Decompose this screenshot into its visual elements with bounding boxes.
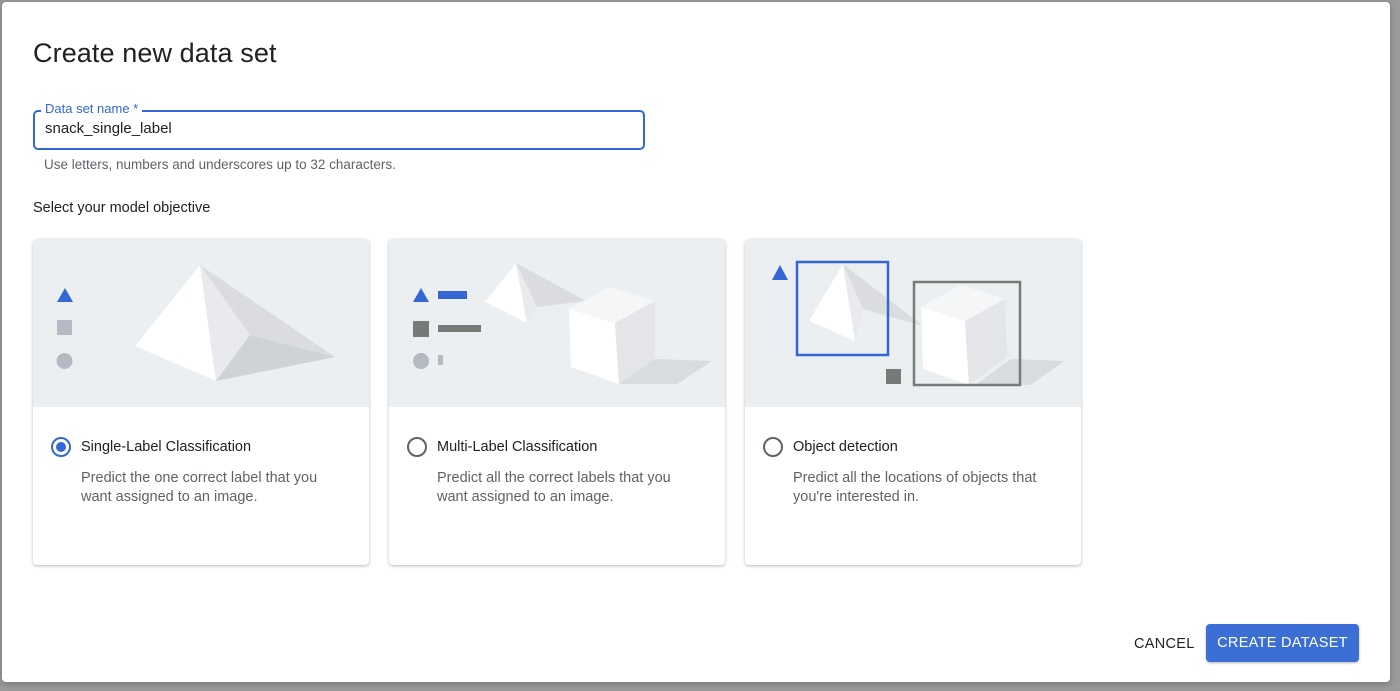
multi-label-title: Multi-Label Classification <box>437 439 598 455</box>
multi-label-radio[interactable] <box>407 437 427 457</box>
single-label-radio[interactable] <box>51 437 71 457</box>
multi-label-description: Predict all the correct labels that you … <box>437 470 671 505</box>
radio-dot <box>56 442 66 452</box>
object-detection-description: Predict all the locations of objects tha… <box>793 470 1037 505</box>
dataset-name-input[interactable] <box>45 120 625 137</box>
cancel-button[interactable]: CANCEL <box>1120 626 1209 662</box>
dataset-name-helper: Use letters, numbers and underscores up … <box>44 157 396 172</box>
model-objective-heading: Select your model objective <box>33 200 211 216</box>
single-label-title: Single-Label Classification <box>81 439 252 455</box>
dataset-name-label: Data set name * <box>41 101 143 116</box>
object-detection-illustration <box>745 239 1081 407</box>
object-detection-title: Object detection <box>793 439 898 455</box>
object-detection-radio[interactable] <box>763 437 783 457</box>
option-card-single-label[interactable]: Single-Label Classification Predict the … <box>33 239 369 565</box>
single-label-illustration <box>33 239 369 407</box>
option-card-object-detection[interactable]: Object detection Predict all the locatio… <box>745 239 1081 565</box>
create-dataset-dialog: Create new data set Data set name * Use … <box>2 2 1390 682</box>
create-dataset-button[interactable]: CREATE DATASET <box>1206 624 1359 662</box>
multi-label-illustration <box>389 239 725 407</box>
dialog-title: Create new data set <box>33 38 277 68</box>
single-label-description: Predict the one correct label that you w… <box>81 470 318 505</box>
dataset-name-field[interactable]: Data set name * <box>33 101 645 150</box>
option-card-multi-label[interactable]: Multi-Label Classification Predict all t… <box>389 239 725 565</box>
